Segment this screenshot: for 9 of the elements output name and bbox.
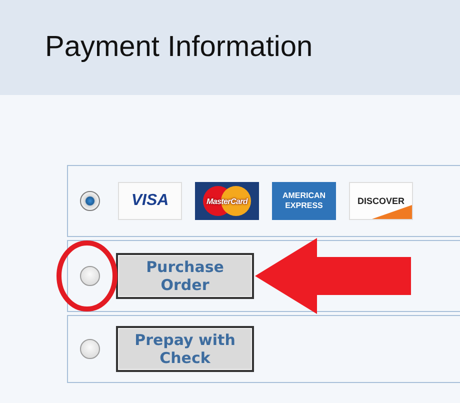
- visa-logo: VISA: [118, 182, 182, 220]
- payment-method-button[interactable]: Prepay with Check: [116, 326, 254, 372]
- page-title: Payment Information: [45, 31, 313, 64]
- radio-button[interactable]: [80, 266, 100, 286]
- radio-button[interactable]: [80, 191, 100, 211]
- discover-logo: DISCOVER: [349, 182, 413, 220]
- amex-logo: AMERICAN EXPRESS: [272, 182, 336, 220]
- radio-button[interactable]: [80, 339, 100, 359]
- payment-method-button[interactable]: Purchase Order: [116, 253, 254, 299]
